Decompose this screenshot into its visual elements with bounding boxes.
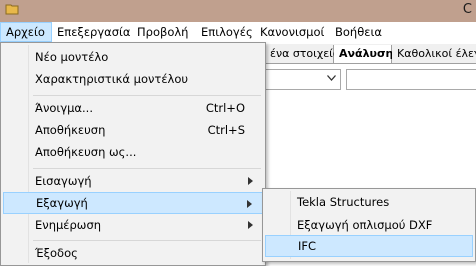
menu-item-new-model[interactable]: Νέο μοντέλο — [3, 46, 263, 68]
menu-item-label: Ενημέρωση — [35, 218, 102, 232]
menu-item-label: Έξοδος — [35, 246, 78, 260]
menu-item-label: Άνοιγμα... — [35, 101, 93, 115]
menu-item-save-as[interactable]: Αποθήκευση ως... — [3, 141, 263, 163]
tab-strip: ένα στοιχεία Ανάλυση Καθολικοί έλεγχ — [265, 44, 476, 64]
menu-separator — [33, 95, 261, 96]
chevron-down-icon — [327, 75, 336, 81]
menu-help[interactable]: Βοήθεια — [330, 22, 387, 42]
menu-item-import[interactable]: Εισαγωγή — [3, 170, 263, 192]
tab-analysis[interactable]: Ανάλυση — [334, 45, 393, 63]
shortcut-label: Ctrl+S — [207, 123, 245, 137]
menu-item-label: Εξαγωγή — [36, 196, 88, 210]
shortcut-label: Ctrl+O — [205, 101, 245, 115]
submenu-item-ifc[interactable]: IFC — [265, 235, 473, 257]
menu-view[interactable]: Προβολή — [132, 22, 193, 42]
tab-global-checks[interactable]: Καθολικοί έλεγχ — [392, 45, 476, 63]
menu-item-export[interactable]: Εξαγωγή — [3, 192, 263, 214]
menu-item-label: Εισαγωγή — [35, 174, 92, 188]
menu-item-label: Χαρακτηριστικά μοντέλου — [35, 72, 189, 86]
menu-item-label: Tekla Structures — [297, 195, 390, 209]
menu-item-model-properties[interactable]: Χαρακτηριστικά μοντέλου — [3, 68, 263, 90]
menu-codes[interactable]: Κανονισμοί — [255, 22, 329, 42]
menu-options[interactable]: Επιλογές — [196, 22, 258, 42]
export-submenu: Tekla Structures Εξαγωγή οπλισμού DXF IF… — [262, 188, 476, 262]
menu-item-label: Νέο μοντέλο — [35, 50, 109, 64]
menu-item-open[interactable]: Άνοιγμα... Ctrl+O — [3, 97, 263, 119]
window-title: C — [462, 2, 472, 17]
filter-combo[interactable] — [265, 69, 341, 90]
chevron-right-icon — [248, 221, 253, 229]
chevron-right-icon — [247, 200, 252, 208]
menu-item-label: Αποθήκευση ως... — [35, 145, 137, 159]
submenu-item-tekla-structures[interactable]: Tekla Structures — [265, 191, 473, 213]
menu-edit[interactable]: Επεξεργασία — [52, 22, 135, 42]
file-menu-dropdown: Νέο μοντέλο Χαρακτηριστικά μοντέλου Άνοι… — [0, 42, 266, 266]
menu-item-label: Αποθήκευση — [35, 123, 106, 137]
title-bar: C — [0, 0, 476, 22]
menu-separator — [33, 240, 261, 241]
menu-item-save[interactable]: Αποθήκευση Ctrl+S — [3, 119, 263, 141]
menu-item-update[interactable]: Ενημέρωση — [3, 214, 263, 236]
chevron-right-icon — [248, 177, 253, 185]
app-icon — [5, 4, 19, 15]
menu-item-exit[interactable]: Έξοδος — [3, 242, 263, 264]
search-combo[interactable] — [346, 69, 476, 90]
menu-separator — [33, 168, 261, 169]
tab-elements[interactable]: ένα στοιχεία — [265, 45, 340, 63]
menu-item-label: IFC — [298, 239, 317, 253]
menu-bar: Αρχείο Επεξεργασία Προβολή Επιλογές Κανο… — [0, 22, 476, 42]
menu-item-label: Εξαγωγή οπλισμού DXF — [297, 218, 433, 232]
menu-file[interactable]: Αρχείο — [0, 22, 52, 42]
submenu-item-export-rebar-dxf[interactable]: Εξαγωγή οπλισμού DXF — [265, 214, 473, 236]
